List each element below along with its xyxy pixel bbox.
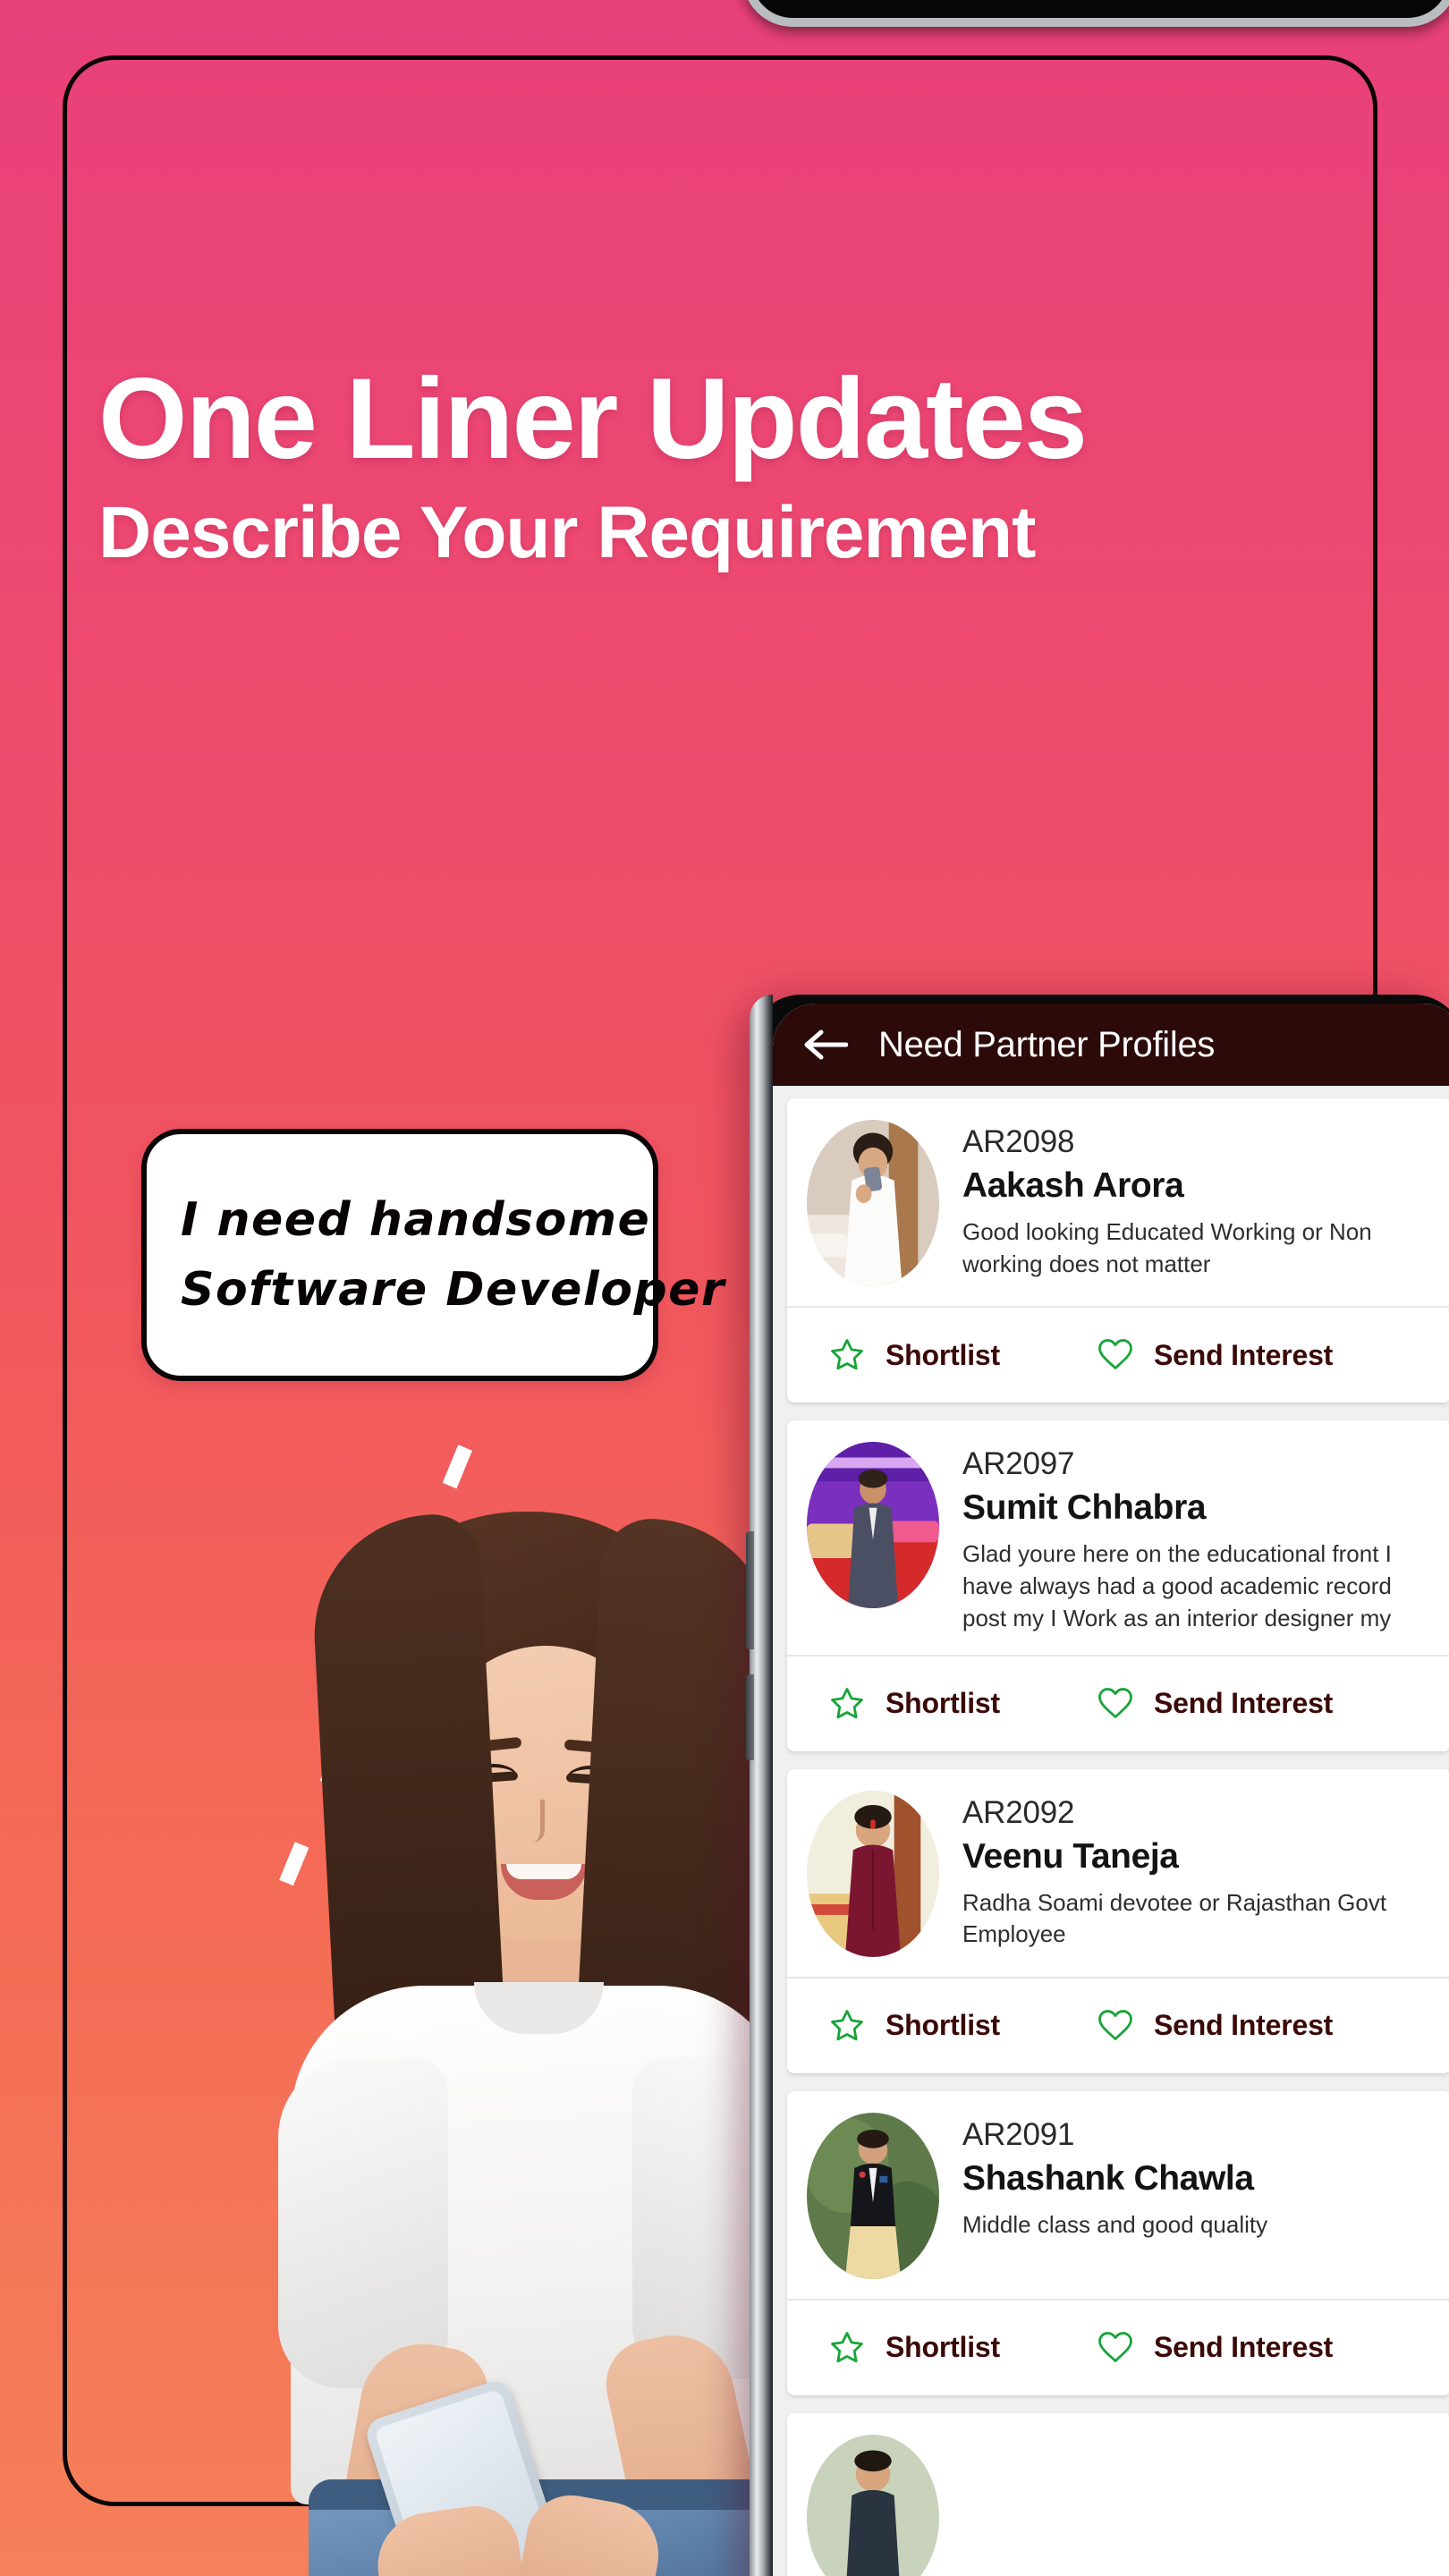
profile-card-body bbox=[787, 2413, 1449, 2576]
headline-block: One Liner Updates Describe Your Requirem… bbox=[98, 362, 1368, 570]
profile-name: Sumit Chhabra bbox=[962, 1488, 1207, 1528]
avatar[interactable] bbox=[807, 1442, 939, 1608]
woman-holding-phone-photo bbox=[228, 1485, 836, 2576]
shortlist-label: Shortlist bbox=[886, 1687, 1000, 1720]
profile-description: Glad youre here on the educational front… bbox=[962, 1539, 1392, 1631]
speech-bubble-line-1: I need handsome bbox=[181, 1193, 651, 1247]
profile-list[interactable]: AR2098 Aakash Arora Good looking Educate… bbox=[773, 1086, 1449, 2576]
profile-info: AR2098 Aakash Arora Good looking Educate… bbox=[962, 1120, 1431, 1286]
star-outline-icon bbox=[831, 1687, 863, 1718]
heart-outline-icon bbox=[1098, 2331, 1132, 2362]
send-interest-button[interactable]: Send Interest bbox=[1097, 1336, 1333, 1374]
shortlist-label: Shortlist bbox=[886, 2331, 1000, 2364]
avatar[interactable] bbox=[807, 1120, 939, 1286]
profile-card[interactable]: AR2092 Veenu Taneja Radha Soami devotee … bbox=[787, 1768, 1449, 2073]
profile-id: AR2092 bbox=[962, 1794, 1075, 1830]
poster-background: One Liner Updates Describe Your Requirem… bbox=[0, 0, 1449, 2576]
speech-bubble: I need handsome Software Developer bbox=[141, 1129, 726, 1381]
volume-button[interactable] bbox=[746, 1531, 754, 1649]
top-phone-device bbox=[742, 0, 1449, 27]
send-interest-button[interactable]: Send Interest bbox=[1097, 2007, 1333, 2045]
profile-name: Veenu Taneja bbox=[962, 1836, 1179, 1876]
avatar[interactable] bbox=[807, 2112, 939, 2279]
avatar-image-2 bbox=[807, 1442, 939, 1608]
app-phone-device: Need Partner Profiles AR2098 Aakash Aror… bbox=[746, 995, 1449, 2576]
profile-info: AR2091 Shashank Chawla Middle class and … bbox=[962, 2113, 1431, 2279]
star-outline-icon bbox=[831, 2009, 863, 2040]
heart-outline-icon bbox=[1098, 2009, 1132, 2040]
profile-description: Radha Soami devotee or Rajasthan Govt Em… bbox=[962, 1888, 1387, 1948]
profile-card[interactable] bbox=[787, 2412, 1449, 2576]
app-header-title: Need Partner Profiles bbox=[878, 1024, 1216, 1064]
profile-description: Good looking Educated Working or Non wor… bbox=[962, 1217, 1372, 1277]
send-interest-button[interactable]: Send Interest bbox=[1097, 2329, 1333, 2367]
profile-card-body: AR2091 Shashank Chawla Middle class and … bbox=[787, 2091, 1449, 2299]
heart-outline-icon bbox=[1098, 1687, 1132, 1718]
speech-bubble-line-2: Software Developer bbox=[181, 1263, 726, 1317]
send-interest-label: Send Interest bbox=[1154, 2331, 1334, 2364]
profile-name: Aakash Arora bbox=[962, 1166, 1184, 1206]
profile-card-actions: Shortlist Send Interest bbox=[787, 1976, 1449, 2073]
profile-info bbox=[962, 2435, 1431, 2576]
send-interest-label: Send Interest bbox=[1154, 1338, 1334, 1371]
send-interest-label: Send Interest bbox=[1154, 1687, 1334, 1720]
page-title: One Liner Updates bbox=[98, 355, 1088, 483]
avatar-image-5 bbox=[807, 2434, 939, 2576]
profile-card-actions: Shortlist Send Interest bbox=[787, 2298, 1449, 2395]
shortlist-button[interactable]: Shortlist bbox=[828, 2329, 1097, 2367]
send-interest-button[interactable]: Send Interest bbox=[1097, 1685, 1333, 1723]
avatar[interactable] bbox=[807, 1790, 939, 1957]
profile-card-body: AR2098 Aakash Arora Good looking Educate… bbox=[787, 1098, 1449, 1306]
phone-side-bezel bbox=[746, 995, 773, 2576]
back-arrow-icon[interactable] bbox=[801, 1027, 848, 1063]
send-interest-label: Send Interest bbox=[1154, 2009, 1334, 2042]
shortlist-button[interactable]: Shortlist bbox=[828, 1336, 1097, 1374]
profile-info: AR2092 Veenu Taneja Radha Soami devotee … bbox=[962, 1791, 1431, 1957]
sleeve-left bbox=[278, 2057, 448, 2388]
star-outline-icon bbox=[831, 1339, 863, 1370]
avatar-image-4 bbox=[807, 2112, 939, 2279]
power-button[interactable] bbox=[746, 1674, 754, 1760]
profile-card[interactable]: AR2098 Aakash Arora Good looking Educate… bbox=[787, 1098, 1449, 1402]
avatar[interactable] bbox=[807, 2434, 939, 2576]
profile-card[interactable]: AR2091 Shashank Chawla Middle class and … bbox=[787, 2090, 1449, 2395]
star-outline-icon bbox=[831, 2331, 863, 2362]
shortlist-label: Shortlist bbox=[886, 2009, 1000, 2042]
avatar-image-1 bbox=[807, 1120, 939, 1286]
teeth bbox=[506, 1864, 581, 1879]
profile-card-body: AR2092 Veenu Taneja Radha Soami devotee … bbox=[787, 1769, 1449, 1977]
nose bbox=[525, 1800, 545, 1843]
profile-card-actions: Shortlist Send Interest bbox=[787, 1306, 1449, 1402]
page-subtitle: Describe Your Requirement bbox=[98, 492, 1036, 573]
profile-card-body: AR2097 Sumit Chhabra Glad youre here on … bbox=[787, 1420, 1449, 1655]
profile-id: AR2097 bbox=[962, 1446, 1075, 1481]
shortlist-button[interactable]: Shortlist bbox=[828, 1685, 1097, 1723]
profile-name: Shashank Chawla bbox=[962, 2158, 1254, 2198]
heart-outline-icon bbox=[1098, 1339, 1132, 1369]
profile-card-actions: Shortlist Send Interest bbox=[787, 1654, 1449, 1751]
avatar-image-3 bbox=[807, 1790, 939, 1957]
profile-id: AR2091 bbox=[962, 2116, 1075, 2152]
profile-id: AR2098 bbox=[962, 1124, 1075, 1159]
profile-card[interactable]: AR2097 Sumit Chhabra Glad youre here on … bbox=[787, 1420, 1449, 1751]
shortlist-button[interactable]: Shortlist bbox=[828, 2007, 1097, 2045]
profile-description: Middle class and good quality bbox=[962, 2210, 1268, 2238]
shortlist-label: Shortlist bbox=[886, 1338, 1000, 1371]
profile-info: AR2097 Sumit Chhabra Glad youre here on … bbox=[962, 1442, 1431, 1635]
app-header: Need Partner Profiles bbox=[773, 1004, 1449, 1086]
app-screen: Need Partner Profiles AR2098 Aakash Aror… bbox=[773, 1004, 1449, 2576]
